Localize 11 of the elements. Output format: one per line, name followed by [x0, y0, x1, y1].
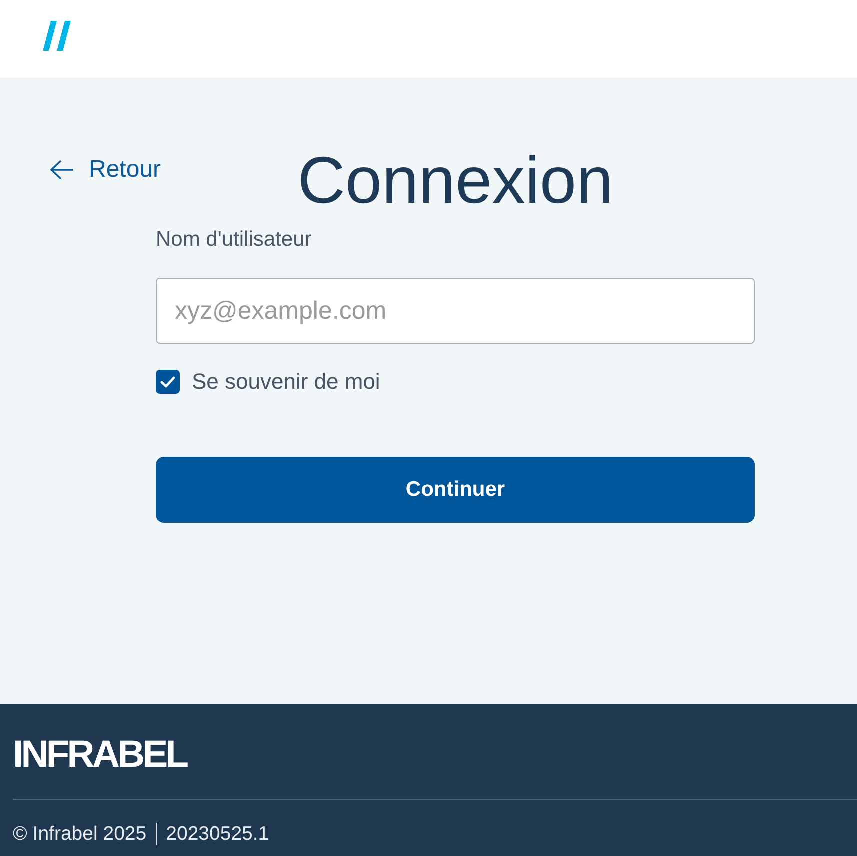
continue-button[interactable]: Continuer — [156, 457, 755, 523]
back-link[interactable]: Retour — [50, 156, 162, 184]
username-input-field[interactable]: xyz@example.com — [156, 278, 755, 344]
remember-me-label[interactable]: Se souvenir de moi — [192, 369, 380, 395]
username-label: Nom d'utilisateur — [156, 227, 312, 253]
footer-logo: INFRABEL — [13, 740, 187, 770]
page-title: Connexion — [296, 147, 614, 213]
remember-me-checkbox[interactable] — [156, 370, 180, 394]
copyright-text: © Infrabel 2025 — [13, 823, 147, 845]
arrow-left-icon — [50, 160, 74, 180]
version-text: 20230525.1 — [166, 823, 270, 845]
